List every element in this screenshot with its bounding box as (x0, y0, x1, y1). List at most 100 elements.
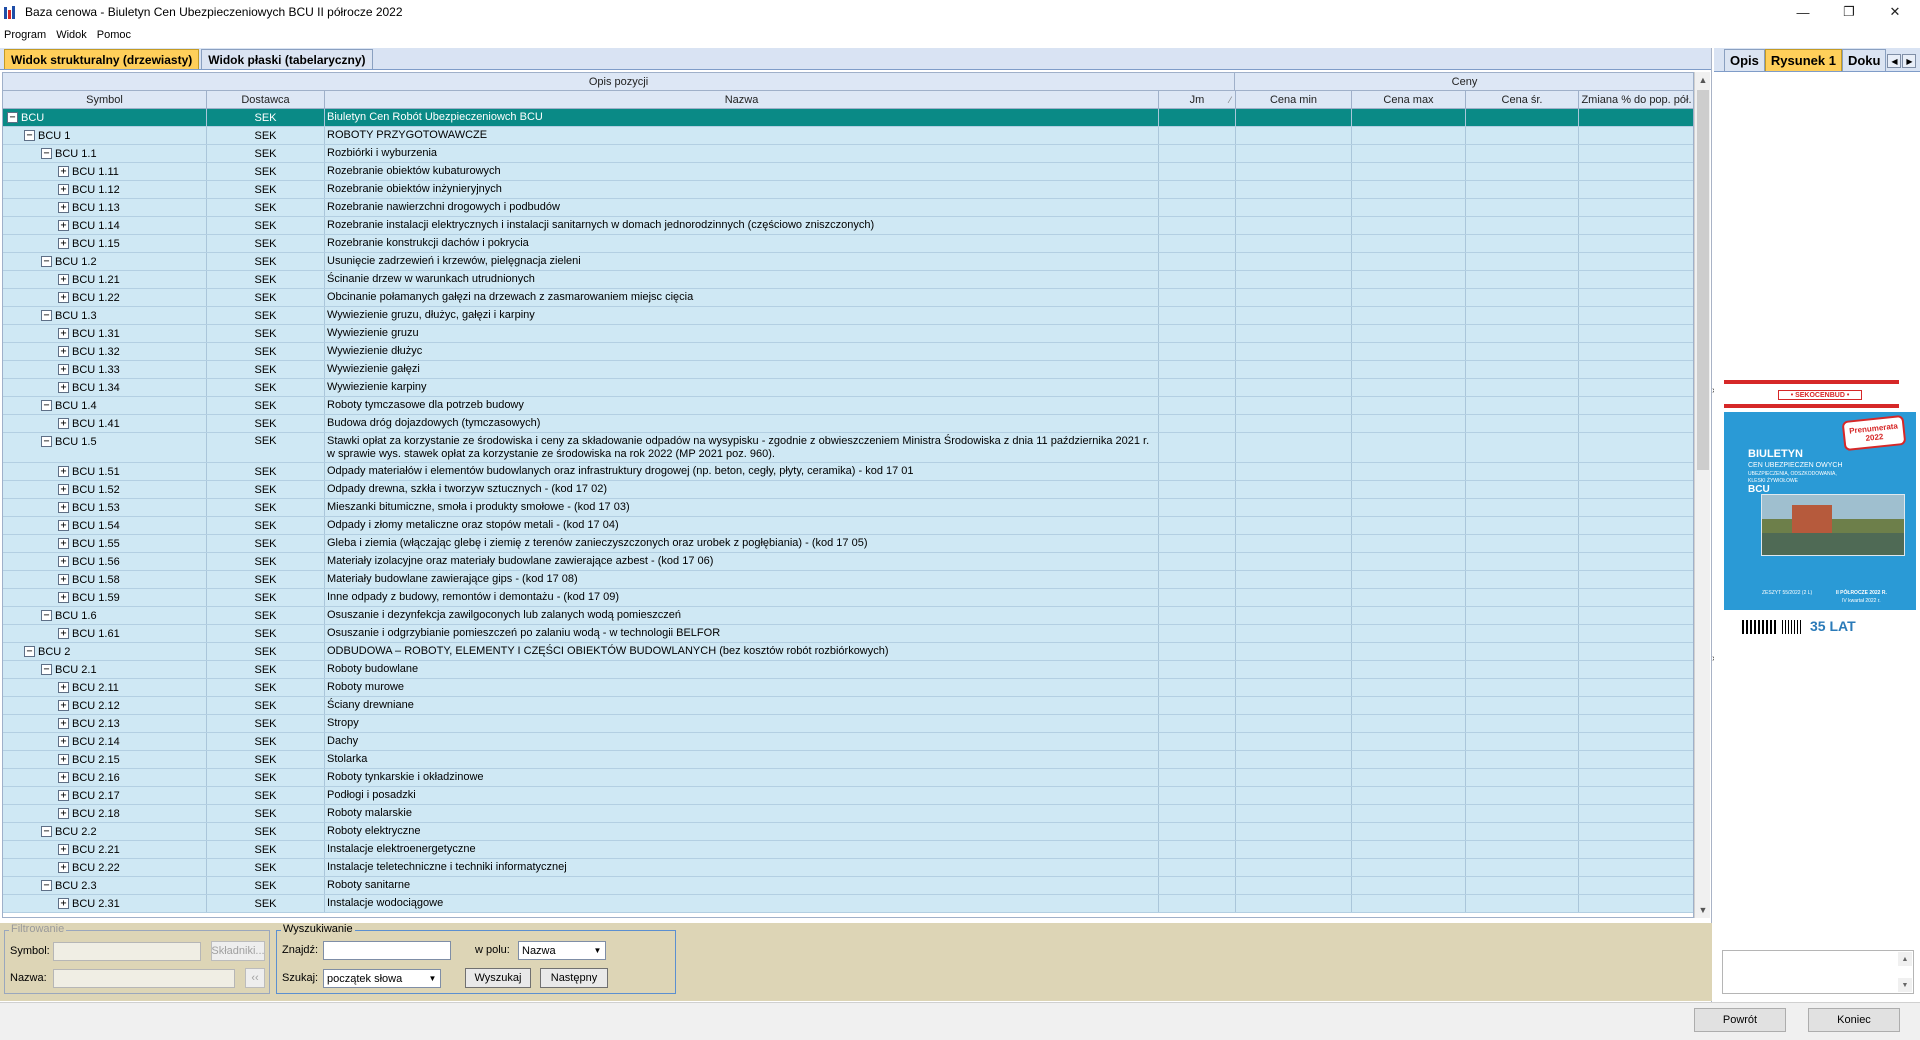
expand-icon[interactable]: + (58, 520, 69, 531)
collapse-icon[interactable]: − (24, 646, 35, 657)
tree-row[interactable]: − BCU 2.1 SEK Roboty budowlane (3, 661, 1693, 679)
tree-row[interactable]: + BCU 1.21 SEK Ścinanie drzew w warunkach u… (3, 271, 1693, 289)
expand-icon[interactable]: + (58, 628, 69, 639)
tree-row[interactable]: + BCU 2.18 SEK Roboty malarskie (3, 805, 1693, 823)
column-cena-max[interactable]: Cena max (1352, 91, 1466, 108)
tree-row[interactable]: + BCU 1.33 SEK Wywiezienie gałęzi (3, 361, 1693, 379)
skladniki-button[interactable]: Składniki... (211, 941, 265, 961)
expand-icon[interactable]: + (58, 592, 69, 603)
tree-row[interactable]: + BCU 1.59 SEK Inne odpady z budowy, remont… (3, 589, 1693, 607)
vertical-scrollbar[interactable]: ▲ ▼ (1694, 72, 1710, 918)
tree-row[interactable]: − BCU 2 SEK ODBUDOWA – ROBOTY, ELEMENTY I C… (3, 643, 1693, 661)
expand-icon[interactable]: + (58, 538, 69, 549)
menu-program[interactable]: Program (4, 29, 46, 41)
expand-icon[interactable]: + (58, 418, 69, 429)
koniec-button[interactable]: Koniec (1808, 1008, 1900, 1032)
notes-scroll-up-icon[interactable]: ▲ (1898, 952, 1912, 966)
expand-icon[interactable]: + (58, 556, 69, 567)
collapse-icon[interactable]: − (41, 256, 52, 267)
column-cena-min[interactable]: Cena min (1236, 91, 1352, 108)
tree-row[interactable]: − BCU 1.1 SEK Rozbiórki i wyburzenia (3, 145, 1693, 163)
expand-icon[interactable]: + (58, 718, 69, 729)
filter-nazwa-input[interactable] (53, 969, 235, 988)
tree-row[interactable]: − BCU 1.6 SEK Osuszanie i dezynfekcja zawil… (3, 607, 1693, 625)
expand-icon[interactable]: + (58, 898, 69, 909)
expand-icon[interactable]: + (58, 736, 69, 747)
tree-row[interactable]: − BCU 1 SEK ROBOTY PRZYGOTOWAWCZE (3, 127, 1693, 145)
znajdz-input[interactable] (323, 941, 451, 960)
tree-row[interactable]: + BCU 1.41 SEK Budowa dróg dojazdowych (tym… (3, 415, 1693, 433)
column-symbol[interactable]: Symbol (3, 91, 207, 108)
expand-icon[interactable]: + (58, 364, 69, 375)
collapse-icon[interactable]: − (7, 112, 18, 123)
expand-icon[interactable]: + (58, 502, 69, 513)
expand-icon[interactable]: + (58, 346, 69, 357)
collapse-icon[interactable]: − (41, 826, 52, 837)
filter-clear-button[interactable]: ‹‹ (245, 968, 265, 988)
tree-row[interactable]: − BCU 2.3 SEK Roboty sanitarne (3, 877, 1693, 895)
filter-symbol-input[interactable] (53, 942, 201, 961)
expand-icon[interactable]: + (58, 238, 69, 249)
tree-row[interactable]: − BCU 1.3 SEK Wywiezienie gruzu, dłużyc, ga… (3, 307, 1693, 325)
restore-icon[interactable]: ❐ (1826, 0, 1872, 24)
column-cena-sr[interactable]: Cena śr. (1466, 91, 1579, 108)
tree-row[interactable]: + BCU 2.14 SEK Dachy (3, 733, 1693, 751)
wyszukaj-button[interactable]: Wyszukaj (465, 968, 531, 988)
tree-row[interactable]: + BCU 1.22 SEK Obcinanie połamanych gałęzi … (3, 289, 1693, 307)
tab-scroll-left-icon[interactable]: ◀ (1887, 54, 1902, 68)
tree-row[interactable]: + BCU 2.31 SEK Instalacje wodociągowe (3, 895, 1693, 913)
tree-row[interactable]: − BCU 2.2 SEK Roboty elektryczne (3, 823, 1693, 841)
expand-icon[interactable]: + (58, 862, 69, 873)
tree-row[interactable]: + BCU 2.12 SEK Ściany drewniane (3, 697, 1693, 715)
minimize-icon[interactable]: — (1780, 0, 1826, 24)
expand-icon[interactable]: + (58, 790, 69, 801)
tree-row[interactable]: + BCU 1.14 SEK Rozebranie instalacji elektr… (3, 217, 1693, 235)
collapse-icon[interactable]: − (41, 400, 52, 411)
expand-icon[interactable]: + (58, 844, 69, 855)
collapse-icon[interactable]: − (24, 130, 35, 141)
tree-row[interactable]: + BCU 1.12 SEK Rozebranie obiektów inżynier… (3, 181, 1693, 199)
tree-row[interactable]: + BCU 2.22 SEK Instalacje teletechniczne i … (3, 859, 1693, 877)
tree-row[interactable]: + BCU 1.58 SEK Materiały budowlane zawieraj… (3, 571, 1693, 589)
tree-row[interactable]: + BCU 1.31 SEK Wywiezienie gruzu (3, 325, 1693, 343)
expand-icon[interactable]: + (58, 772, 69, 783)
notes-scroll-down-icon[interactable]: ▼ (1898, 978, 1912, 992)
expand-icon[interactable]: + (58, 682, 69, 693)
tab-flat-view[interactable]: Widok płaski (tabelaryczny) (201, 49, 373, 69)
collapse-icon[interactable]: − (41, 436, 52, 447)
tree-row[interactable]: + BCU 2.17 SEK Podłogi i posadzki (3, 787, 1693, 805)
expand-icon[interactable]: + (58, 754, 69, 765)
tab-dokument[interactable]: Doku (1841, 49, 1887, 71)
scroll-up-icon[interactable]: ▲ (1695, 72, 1711, 88)
nastepny-button[interactable]: Następny (540, 968, 608, 988)
tree-row[interactable]: − BCU 1.4 SEK Roboty tymczasowe dla potrzeb… (3, 397, 1693, 415)
powrot-button[interactable]: Powrót (1694, 1008, 1786, 1032)
tree-row[interactable]: + BCU 1.51 SEK Odpady materiałów i elementó… (3, 463, 1693, 481)
collapse-icon[interactable]: − (41, 610, 52, 621)
menu-widok[interactable]: Widok (56, 29, 87, 41)
tree-row[interactable]: + BCU 1.11 SEK Rozebranie obiektów kubaturo… (3, 163, 1693, 181)
tree-row[interactable]: + BCU 2.16 SEK Roboty tynkarskie i okładzin… (3, 769, 1693, 787)
tree-row[interactable]: + BCU 1.53 SEK Mieszanki bitumiczne, smoła … (3, 499, 1693, 517)
tree-row[interactable]: − BCU 1.5 SEK Stawki opłat za korzystanie z… (3, 433, 1693, 463)
tree-row[interactable]: + BCU 1.15 SEK Rozebranie konstrukcji dachó… (3, 235, 1693, 253)
tree-row[interactable]: + BCU 2.11 SEK Roboty murowe (3, 679, 1693, 697)
column-jm[interactable]: Jm ⁄ (1159, 91, 1236, 108)
expand-icon[interactable]: + (58, 808, 69, 819)
tree-row[interactable]: − BCU 1.2 SEK Usunięcie zadrzewień i krzewó… (3, 253, 1693, 271)
w-polu-select[interactable]: Nazwa ▼ (518, 941, 606, 960)
tree-row[interactable]: + BCU 1.13 SEK Rozebranie nawierzchni drogo… (3, 199, 1693, 217)
close-icon[interactable]: ✕ (1872, 0, 1918, 24)
collapse-icon[interactable]: − (41, 310, 52, 321)
expand-icon[interactable]: + (58, 166, 69, 177)
expand-icon[interactable]: + (58, 202, 69, 213)
expand-icon[interactable]: + (58, 274, 69, 285)
tab-structural-view[interactable]: Widok strukturalny (drzewiasty) (4, 49, 200, 69)
tree-row[interactable]: − BCU SEK Biuletyn Cen Robót Ubezpieczeniow… (3, 109, 1693, 127)
expand-icon[interactable]: + (58, 466, 69, 477)
tree-row[interactable]: + BCU 2.13 SEK Stropy (3, 715, 1693, 733)
tree-row[interactable]: + BCU 1.55 SEK Gleba i ziemia (włączając gl… (3, 535, 1693, 553)
scroll-down-icon[interactable]: ▼ (1695, 902, 1711, 918)
tab-opis[interactable]: Opis (1724, 49, 1765, 71)
collapse-icon[interactable]: − (41, 880, 52, 891)
